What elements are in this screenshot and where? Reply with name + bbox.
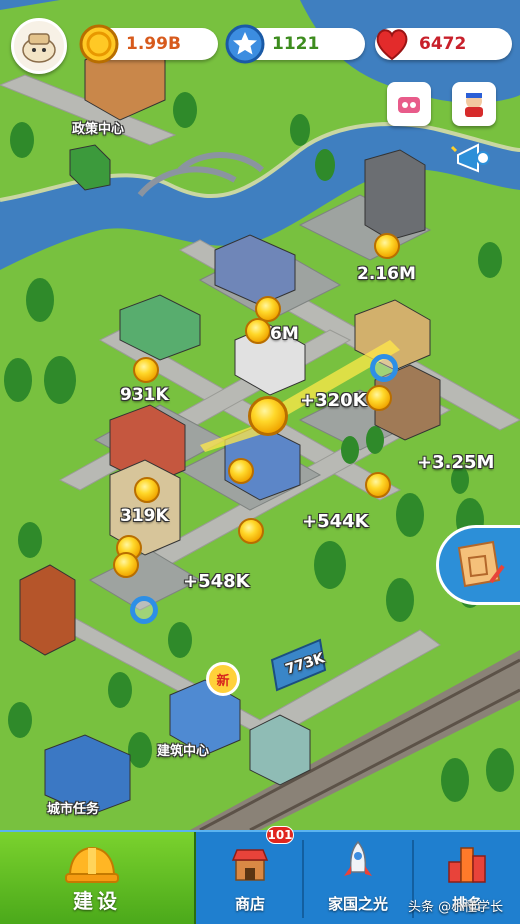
star-counter[interactable]: 1121 (225, 24, 365, 64)
blueprint-icon (457, 540, 505, 588)
income-center: +320K (300, 390, 367, 411)
star-value: 1121 (272, 34, 320, 54)
coin-icon[interactable] (245, 318, 271, 344)
policy-center-label[interactable]: 政策中心 (72, 118, 124, 137)
coin-icon[interactable] (238, 518, 264, 544)
income-shop-left: 931K (120, 385, 169, 405)
big-coin-icon[interactable] (248, 396, 288, 436)
gold-value: 1.99B (126, 34, 181, 54)
income-plant: 6M (270, 324, 299, 344)
tab-country[interactable]: 家国之光 (304, 832, 412, 924)
income-mid-left: 319K (120, 506, 169, 526)
hero-icon (465, 93, 483, 117)
coin-icon[interactable] (366, 385, 392, 411)
watermark: 头条 @小懂学长 (408, 900, 504, 915)
income-right: +3.25M (417, 452, 495, 473)
tab-build-label: 建设 (73, 889, 121, 913)
upgrade-ring[interactable] (130, 596, 158, 624)
income-garden: +544K (302, 511, 369, 532)
tab-build[interactable]: 建设 (0, 832, 196, 924)
megaphone-icon (450, 143, 490, 173)
tab-shop[interactable]: 商店 (198, 832, 302, 924)
blueprint-button[interactable] (436, 525, 520, 605)
cat-avatar-icon (22, 33, 56, 63)
city-map[interactable]: 1.99B 1121 6472 政策中心 2.16M 6M 931K +320K… (0, 0, 520, 830)
player-avatar[interactable] (11, 18, 67, 74)
tab-shop-label: 商店 (234, 895, 265, 913)
heart-counter[interactable]: 6472 (375, 28, 512, 61)
hero-button[interactable] (452, 82, 496, 126)
heart-icon (376, 29, 408, 61)
shop-notification-badge: 101 (266, 826, 294, 844)
gold-coin-icon (79, 24, 119, 64)
upgrade-ring[interactable] (370, 354, 398, 382)
star-icon (225, 24, 265, 64)
coin-icon[interactable] (133, 357, 159, 383)
gold-counter[interactable]: 1.99B (79, 24, 218, 64)
hard-hat-icon (65, 846, 119, 883)
announcement-button[interactable] (450, 135, 496, 181)
rocket-icon (344, 840, 372, 876)
income-bottom: +548K (183, 571, 250, 592)
new-badge[interactable]: 新 (206, 662, 240, 696)
event-button[interactable] (387, 82, 431, 126)
heart-value: 6472 (419, 34, 467, 54)
robot-event-icon (398, 97, 420, 113)
coin-icon[interactable] (113, 552, 139, 578)
tab-country-label: 家国之光 (327, 895, 388, 913)
coin-icon[interactable] (365, 472, 391, 498)
construction-center-label[interactable]: 建筑中心 (157, 740, 209, 759)
coin-icon[interactable] (228, 458, 254, 484)
coin-icon[interactable] (374, 233, 400, 259)
shop-icon (231, 849, 269, 881)
income-factory: 2.16M (357, 264, 416, 284)
city-tasks-label[interactable]: 城市任务 (47, 798, 99, 817)
coin-icon[interactable] (134, 477, 160, 503)
ranking-icon (448, 847, 486, 883)
